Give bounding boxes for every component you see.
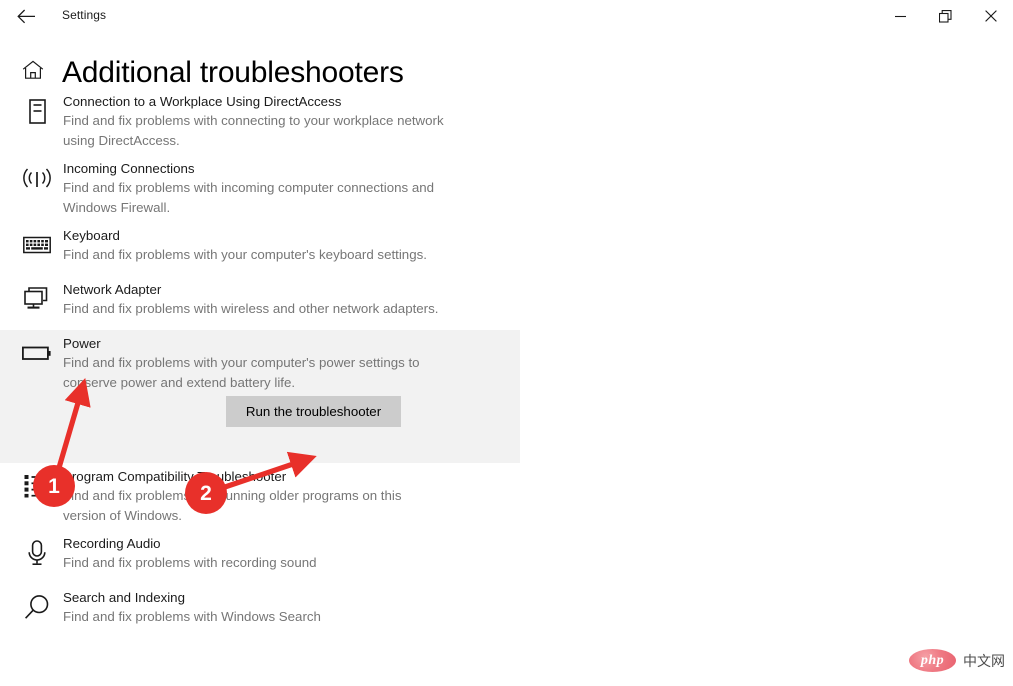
watermark-site-text: 中文网 (963, 653, 1005, 670)
list-item-directaccess[interactable]: Connection to a Workplace Using DirectAc… (0, 88, 520, 155)
troubleshooter-list: Connection to a Workplace Using DirectAc… (0, 88, 520, 638)
php-logo-icon: php (909, 649, 956, 672)
list-item-description: Find and fix problems with recording sou… (63, 555, 317, 570)
run-troubleshooter-button[interactable]: Run the troubleshooter (226, 396, 401, 427)
list-item-title: Keyboard (63, 228, 120, 243)
back-arrow-icon (16, 9, 35, 23)
list-item-title: Recording Audio (63, 536, 161, 551)
window-controls (878, 0, 1013, 32)
list-item-network-adapter[interactable]: Network Adapter Find and fix problems wi… (0, 276, 520, 330)
list-item-description: Find and fix problems with connecting to… (63, 113, 444, 148)
list-item-keyboard[interactable]: Keyboard Find and fix problems with your… (0, 222, 520, 276)
list-item-power[interactable]: Power Find and fix problems with your co… (0, 330, 520, 463)
minimize-icon (895, 15, 906, 17)
list-item-title: Program Compatibility Troubleshooter (63, 469, 287, 484)
list-item-program-compatibility[interactable]: Program Compatibility Troubleshooter Fin… (0, 463, 520, 530)
search-icon (22, 592, 52, 622)
power-item-description: Find and fix problems with your computer… (63, 355, 420, 390)
minimize-button[interactable] (878, 0, 923, 32)
close-button[interactable] (968, 0, 1013, 32)
watermark-logo-text: php (920, 652, 945, 668)
restore-icon (939, 9, 952, 23)
list-item-description: Find and fix problems with running older… (63, 488, 402, 523)
list-item-incoming-connections[interactable]: Incoming Connections Find and fix proble… (0, 155, 520, 222)
list-item-title: Connection to a Workplace Using DirectAc… (63, 94, 342, 109)
back-button[interactable] (10, 4, 42, 28)
list-item-description: Find and fix problems with wireless and … (63, 301, 439, 316)
program-list-icon (22, 471, 52, 501)
directaccess-icon (22, 96, 52, 126)
microphone-icon (22, 538, 52, 568)
list-item-recording-audio[interactable]: Recording Audio Find and fix problems wi… (0, 530, 520, 584)
list-item-title: Power (63, 336, 101, 351)
battery-icon (22, 338, 52, 368)
list-item-description: Find and fix problems with your computer… (63, 247, 427, 262)
list-item-title: Search and Indexing (63, 590, 185, 605)
close-icon (984, 10, 997, 22)
keyboard-icon (22, 230, 52, 260)
settings-window: Settings Additional troubleshooters Conn… (0, 0, 1013, 686)
maximize-button[interactable] (923, 0, 968, 32)
incoming-connections-icon (22, 163, 52, 193)
home-glyph-icon (22, 60, 44, 79)
list-item-title: Network Adapter (63, 282, 162, 297)
network-adapter-icon (22, 284, 52, 314)
home-icon[interactable] (22, 60, 44, 85)
list-item-title: Incoming Connections (63, 161, 195, 176)
list-item-description: Find and fix problems with incoming comp… (63, 180, 435, 215)
title-bar: Settings (0, 0, 1013, 32)
window-title: Settings (62, 8, 107, 22)
list-item-search-indexing[interactable]: Search and Indexing Find and fix problem… (0, 584, 520, 638)
page-title: Additional troubleshooters (62, 56, 404, 89)
watermark: php 中文网 (909, 649, 1005, 672)
list-item-description: Find and fix problems with Windows Searc… (63, 609, 321, 624)
